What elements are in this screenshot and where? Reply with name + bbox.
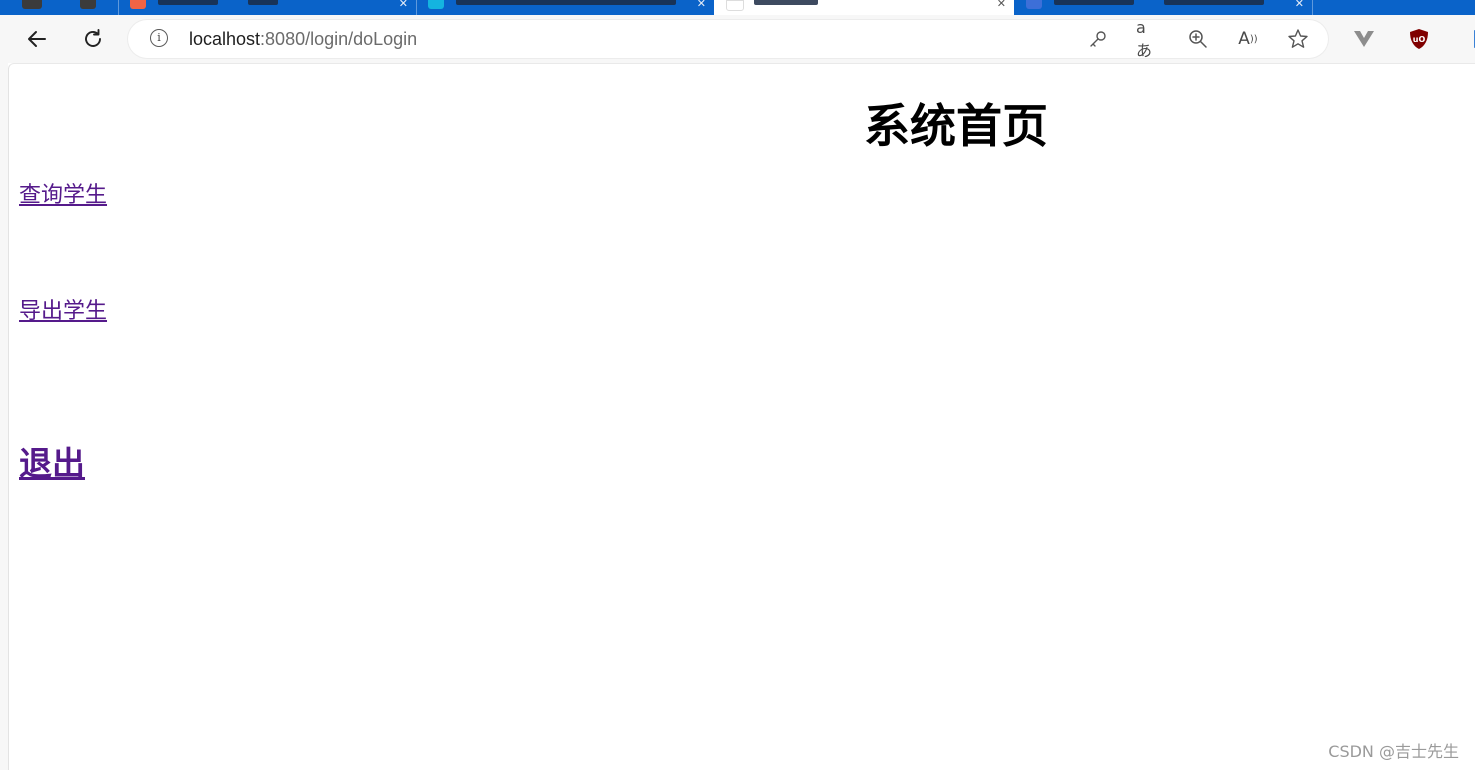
tab-title-blur — [158, 0, 218, 5]
tab-title-blur — [456, 0, 676, 5]
query-students-link[interactable]: 查询学生 — [19, 182, 107, 210]
translate-icon[interactable]: aあ — [1136, 18, 1160, 60]
tab-3[interactable]: ✕ — [416, 0, 715, 15]
extension-v-icon[interactable] — [1352, 27, 1376, 51]
site-info-icon[interactable]: i — [150, 29, 168, 47]
watermark: CSDN @吉士先生 — [1328, 742, 1459, 761]
tab-close-icon[interactable]: ✕ — [399, 0, 408, 10]
url-text[interactable]: localhost:8080/login/doLogin — [189, 29, 417, 49]
tab-favicon — [80, 0, 96, 9]
tab-5[interactable]: ✕ — [1014, 0, 1313, 15]
tab-title-blur — [754, 0, 818, 5]
tab-close-icon[interactable]: ✕ — [697, 0, 706, 10]
tab-title-blur — [1164, 0, 1264, 5]
tab-1[interactable] — [0, 0, 119, 15]
tab-favicon — [22, 0, 42, 9]
favorite-star-icon[interactable] — [1286, 28, 1310, 50]
export-students-link[interactable]: 导出学生 — [19, 298, 107, 326]
browser-toolbar: i localhost:8080/login/doLogin aあ A)) uO — [0, 15, 1475, 63]
tab-close-icon[interactable]: ✕ — [1295, 0, 1304, 10]
tab-active[interactable]: ✕ — [714, 0, 1014, 15]
sidebar-edge — [0, 15, 8, 770]
tab-6[interactable] — [1312, 0, 1475, 15]
refresh-icon — [85, 29, 101, 47]
extension-ublock-icon[interactable]: uO — [1407, 27, 1431, 51]
back-icon — [28, 31, 46, 47]
tab-close-icon[interactable]: ✕ — [997, 0, 1006, 10]
tab-favicon — [428, 0, 444, 9]
page-title: 系统首页 — [864, 99, 1048, 153]
page-content: 系统首页 查询学生 导出学生 退出 CSDN @吉士先生 — [8, 63, 1475, 770]
tab-2[interactable]: ✕ — [118, 0, 417, 15]
back-button[interactable] — [20, 23, 54, 55]
svg-text:uO: uO — [1413, 35, 1426, 44]
tab-title-blur — [248, 0, 278, 5]
zoom-in-icon[interactable] — [1186, 28, 1210, 50]
refresh-button[interactable] — [76, 23, 110, 55]
key-icon[interactable] — [1086, 28, 1110, 50]
tab-title-blur — [1054, 0, 1134, 5]
url-path: :8080/login/doLogin — [260, 29, 418, 49]
tab-favicon — [130, 0, 146, 9]
address-bar[interactable]: i localhost:8080/login/doLogin aあ A)) — [128, 18, 1328, 60]
tab-favicon — [1026, 0, 1042, 9]
tab-favicon — [726, 0, 744, 11]
read-aloud-icon[interactable]: A)) — [1236, 28, 1260, 50]
browser-tab-strip: ✕ ✕ ✕ ✕ — [0, 0, 1475, 15]
extension-shield-icon[interactable] — [1462, 27, 1475, 51]
logout-link[interactable]: 退出 — [19, 444, 85, 484]
url-host: localhost — [189, 29, 261, 49]
